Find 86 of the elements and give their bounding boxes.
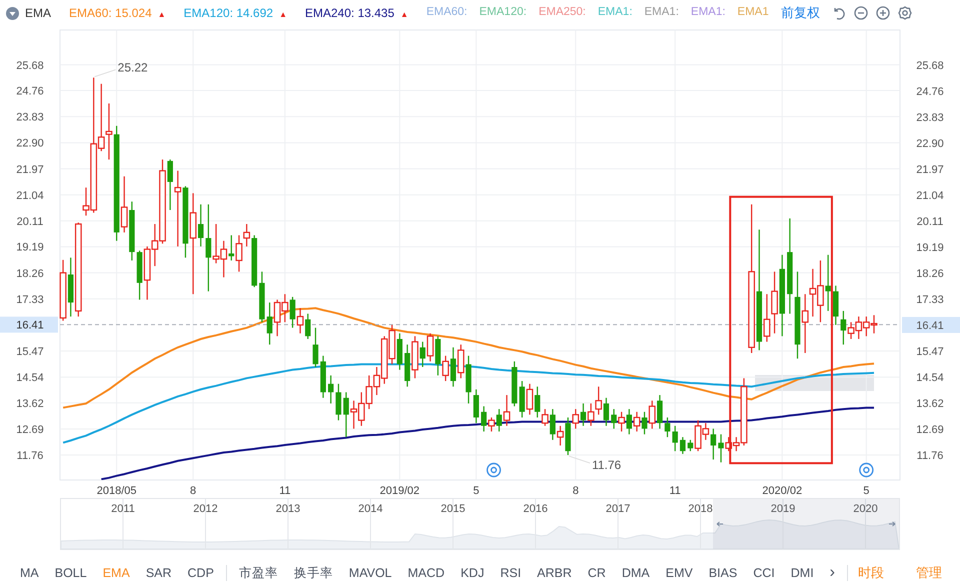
axis-label: 25.68 <box>16 60 44 72</box>
axis-label: 15.47 <box>16 346 44 358</box>
value-label: 11.76 <box>592 458 622 472</box>
event-marker-icon[interactable] <box>859 462 874 478</box>
candlestick <box>328 375 334 404</box>
indicator-tab[interactable]: MA <box>12 564 47 582</box>
axis-label: 21.04 <box>16 190 44 202</box>
indicator-tab[interactable]: BIAS <box>700 564 746 582</box>
axis-label: 23.83 <box>916 112 944 124</box>
axis-label: 8 <box>190 485 196 497</box>
axis-label: 19.19 <box>916 242 944 254</box>
axis-label: 2019/02 <box>380 485 420 497</box>
axis-label: 20.11 <box>916 216 944 228</box>
axis-label: 2020/02 <box>762 485 802 497</box>
axis-label: 25.68 <box>916 60 944 72</box>
indicator-tab[interactable]: SAR <box>138 564 180 582</box>
axis-label: 11.76 <box>16 450 44 462</box>
axis-label: 21.97 <box>916 164 944 176</box>
axis-label: 13.62 <box>916 398 944 410</box>
legend-value: EMA60: 15.024 ▲ <box>69 5 166 22</box>
price-label: 16.41 <box>0 316 58 333</box>
axis-label: 11 <box>279 485 291 497</box>
axis-label: 24.76 <box>16 86 44 98</box>
axis-label: 12.69 <box>916 424 944 436</box>
indicator-tab[interactable]: BOLL <box>46 564 95 582</box>
indicator-tab[interactable]: MACD <box>400 564 453 582</box>
axis-label: 14.54 <box>916 372 944 384</box>
leader-line <box>94 69 116 78</box>
axis-label: 19.19 <box>16 242 44 254</box>
indicator-tab[interactable]: ARBR <box>529 564 580 582</box>
leader-line <box>568 456 590 464</box>
undo-icon[interactable] <box>832 6 846 20</box>
axis-label: 2018/05 <box>96 485 136 497</box>
candlestick <box>320 356 326 398</box>
candlestick <box>473 389 479 424</box>
axis-label: 17.33 <box>916 294 944 306</box>
axis-label: 20.11 <box>16 216 44 228</box>
ref-line-label: 16.41 <box>16 320 44 332</box>
axis-label: 23.83 <box>16 112 44 124</box>
indicator-tab[interactable]: RSI <box>492 564 530 582</box>
candlestick <box>680 437 686 454</box>
indicator-label: EMA <box>25 5 52 22</box>
indicator-tab[interactable]: CCI <box>745 564 783 582</box>
legend-value: EMA120: 14.692 ▲ <box>184 5 287 22</box>
indicator-tab[interactable]: 换手率 <box>286 564 341 582</box>
indicator-tab[interactable]: CDP <box>180 564 222 582</box>
indicator-tab[interactable]: DMA <box>614 564 658 582</box>
candlestick <box>259 272 265 322</box>
next-button[interactable]: › <box>822 561 843 585</box>
axis-label: 8 <box>572 485 579 497</box>
legend-value: EMA240: 13.435 ▲ <box>305 5 408 22</box>
indicator-tab[interactable]: 市盈率 <box>230 564 286 582</box>
axis-label: 22.90 <box>916 138 944 150</box>
axis-label: 14.54 <box>16 372 44 384</box>
zoom-out-icon[interactable] <box>854 6 868 20</box>
indicator-tab[interactable]: CR <box>580 564 614 582</box>
axis-label: 13.62 <box>16 398 44 410</box>
candlestick <box>664 417 670 438</box>
dropdown-icon[interactable] <box>6 6 19 20</box>
axis-label: 17.33 <box>16 294 44 306</box>
axis-label: 5 <box>473 485 480 497</box>
zoom-in-icon[interactable] <box>876 6 890 20</box>
axis-label: 24.76 <box>916 86 944 98</box>
candlestick <box>832 286 839 325</box>
axis-label: 15.47 <box>916 346 944 358</box>
axis-label: 18.26 <box>16 268 44 280</box>
indicator-tab[interactable]: KDJ <box>452 564 492 582</box>
adjust-toggle[interactable]: 前复权 <box>780 3 820 23</box>
axis-label: 18.26 <box>916 268 944 280</box>
event-marker-icon[interactable] <box>486 462 501 478</box>
candlestick <box>672 426 678 452</box>
axis-label: 22.90 <box>16 138 44 150</box>
axis-label: 5 <box>863 485 870 497</box>
axis-label: 21.97 <box>16 164 44 176</box>
indicator-tab[interactable]: MAVOL <box>340 564 400 582</box>
axis-label: 11 <box>669 485 681 497</box>
axis-label: 11.76 <box>916 450 944 462</box>
candlestick <box>336 384 342 420</box>
candlestick <box>312 328 318 367</box>
axis-label: 16.41 <box>902 316 960 333</box>
indicator-tab[interactable]: EMV <box>658 564 701 582</box>
settings-icon[interactable] <box>898 6 912 20</box>
value-label: 25.22 <box>118 60 148 75</box>
axis-label: 21.04 <box>916 190 944 202</box>
axis-label: 12.69 <box>16 424 44 436</box>
indicator-tab[interactable]: DMI <box>782 564 822 582</box>
